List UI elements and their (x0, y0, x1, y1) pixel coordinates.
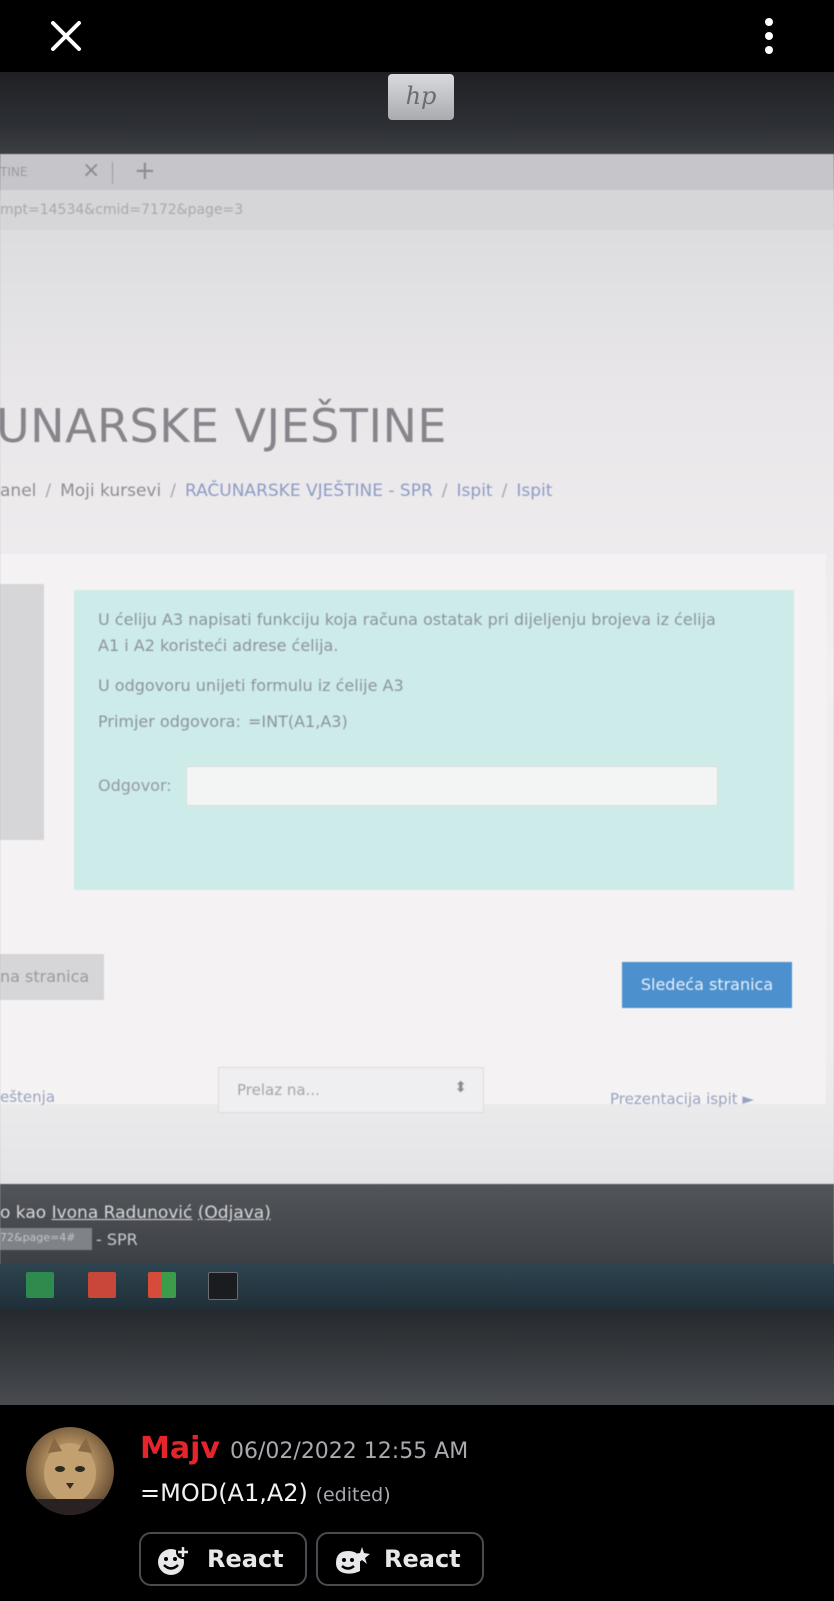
question-text: U odgovoru unijeti formulu iz ćelije A3 (98, 676, 404, 695)
select-arrows-icon: ⬍ (454, 1078, 467, 1096)
super-reaction-icon (336, 1547, 370, 1574)
breadcrumb-item[interactable]: Ispit (457, 481, 493, 501)
windows-taskbar (0, 1264, 834, 1310)
hp-logo: hp (388, 74, 454, 120)
previous-page-label: na stranica (0, 967, 90, 986)
next-activity-link[interactable]: Prezentacija ispit ► (610, 1090, 754, 1108)
browser-tab-label[interactable]: TINE (0, 165, 27, 179)
answer-label: Odgovor: (98, 776, 172, 795)
edited-label: (edited) (315, 1484, 391, 1506)
question-info-panel (0, 584, 44, 840)
status-text: - SPR (96, 1230, 138, 1249)
browser-tabstrip (0, 154, 834, 190)
message-timestamp: 06/02/2022 12:55 AM (230, 1439, 469, 1464)
laptop-bezel: hp (0, 72, 834, 162)
question-box: U ćeliju A3 napisati funkciju koja račun… (74, 590, 794, 890)
avatar[interactable] (26, 1427, 114, 1515)
jump-to-placeholder: Prelaz na... (237, 1081, 320, 1099)
tab-close-icon[interactable]: × (82, 158, 100, 183)
tab-divider (112, 162, 113, 184)
react-label: React (207, 1545, 284, 1573)
windows-store-icon[interactable] (148, 1272, 176, 1298)
more-vertical-icon[interactable] (754, 14, 784, 58)
user-profile-link[interactable]: Ivona Radunović (52, 1203, 193, 1223)
page-footer (0, 1184, 834, 1274)
quiz-navigation-link[interactable]: eštenja (0, 1088, 55, 1106)
previous-page-button[interactable]: na stranica (0, 954, 104, 1000)
logged-in-text: o kao Ivona Radunović (Odjava) (0, 1203, 271, 1223)
excel-icon[interactable] (26, 1272, 54, 1298)
super-react-button[interactable]: React (316, 1532, 484, 1586)
laptop-body (0, 1310, 834, 1405)
laptop-screen: TINE × + mpt=14534&cmid=7172&page=3 UNAR… (0, 154, 834, 1274)
next-page-button[interactable]: Sledeća stranica (622, 962, 792, 1008)
question-text: U ćeliju A3 napisati funkciju koja račun… (98, 610, 716, 629)
next-page-label: Sledeća stranica (640, 975, 774, 994)
breadcrumb-item[interactable]: Moji kursevi (60, 481, 161, 501)
page-title: UNARSKE VJEŠTINE (0, 399, 447, 453)
chat-message: Majv 06/02/2022 12:55 AM =MOD(A1,A2) (ed… (0, 1405, 834, 1601)
username[interactable]: Majv (140, 1431, 220, 1466)
breadcrumb-item[interactable]: RAČUNARSKE VJEŠTINE - SPR (185, 481, 433, 501)
breadcrumb: anel / Moji kursevi / RAČUNARSKE VJEŠTINE - … (0, 481, 553, 501)
answer-input[interactable] (186, 766, 718, 806)
react-label: React (384, 1545, 461, 1573)
question-text: A1 i A2 koristeći adrese ćelija. (98, 636, 339, 655)
close-icon[interactable] (44, 14, 88, 58)
breadcrumb-item[interactable]: anel (0, 481, 36, 501)
status-bar-url: 72&page=4# (0, 1228, 92, 1250)
terminal-icon[interactable] (208, 1272, 238, 1300)
add-reaction-icon (158, 1545, 190, 1575)
react-button[interactable]: React (139, 1532, 307, 1586)
logout-link[interactable]: (Odjava) (198, 1203, 271, 1223)
jump-to-select[interactable]: Prelaz na... ⬍ (218, 1067, 484, 1113)
screen-photo: hp TINE × + mpt=14534&cmid=7172&page=3 U… (0, 72, 834, 1405)
breadcrumb-item[interactable]: Ispit (516, 481, 552, 501)
address-bar-url: mpt=14534&cmid=7172&page=3 (0, 202, 244, 218)
example-label: Primjer odgovora: (98, 712, 241, 731)
top-bar (0, 0, 834, 72)
example-value: =INT(A1,A3) (248, 712, 348, 731)
new-tab-icon[interactable]: + (134, 156, 156, 186)
message-text: =MOD(A1,A2) (edited) (140, 1479, 391, 1507)
powerpoint-icon[interactable] (88, 1272, 116, 1298)
